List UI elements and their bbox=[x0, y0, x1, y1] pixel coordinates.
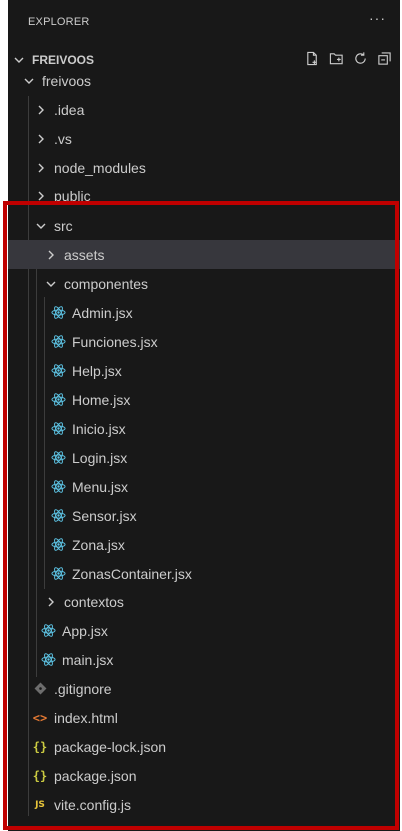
file-row-component[interactable]: ZonasContainer.jsx bbox=[8, 559, 400, 588]
file-label: Admin.jsx bbox=[72, 304, 133, 321]
git-icon bbox=[32, 681, 48, 697]
folder-row-idea[interactable]: .idea bbox=[8, 95, 400, 124]
explorer-header: EXPLORER ··· bbox=[8, 0, 400, 44]
new-file-icon[interactable] bbox=[304, 50, 320, 66]
folder-row-vs[interactable]: .vs bbox=[8, 124, 400, 153]
file-label: Funciones.jsx bbox=[72, 333, 158, 350]
folder-label: node_modules bbox=[54, 159, 146, 176]
ellipsis-icon[interactable]: ··· bbox=[369, 10, 386, 26]
react-icon bbox=[40, 652, 56, 668]
file-label: Home.jsx bbox=[72, 391, 131, 408]
folder-label: assets bbox=[64, 246, 105, 263]
js-icon: JS bbox=[35, 799, 45, 810]
chevron-right-icon bbox=[34, 189, 48, 203]
chevron-right-icon bbox=[44, 248, 58, 262]
json-icon: {} bbox=[32, 768, 48, 783]
chevron-down-icon bbox=[22, 74, 36, 88]
folder-label: public bbox=[54, 187, 91, 204]
file-label: Zona.jsx bbox=[72, 536, 125, 553]
file-label: main.jsx bbox=[62, 651, 114, 668]
file-label: Sensor.jsx bbox=[72, 507, 137, 524]
folder-row-componentes[interactable]: componentes bbox=[8, 269, 400, 298]
folder-label: src bbox=[54, 217, 73, 234]
collapse-all-icon[interactable] bbox=[376, 50, 392, 66]
file-row-component[interactable]: Menu.jsx bbox=[8, 472, 400, 501]
folder-row-src[interactable]: src bbox=[8, 211, 400, 240]
file-label: package-lock.json bbox=[54, 738, 167, 755]
chevron-down-icon bbox=[44, 277, 58, 291]
react-icon bbox=[40, 623, 56, 639]
react-icon bbox=[50, 392, 66, 408]
file-row-index-html[interactable]: <> index.html bbox=[8, 703, 400, 732]
file-label: Menu.jsx bbox=[72, 478, 129, 495]
folder-label: .vs bbox=[54, 130, 72, 147]
folder-row-node-modules[interactable]: node_modules bbox=[8, 153, 400, 182]
folder-label: contextos bbox=[64, 593, 124, 610]
file-row-component[interactable]: Help.jsx bbox=[8, 356, 400, 385]
file-label: vite.config.js bbox=[54, 796, 132, 813]
folder-row-public[interactable]: public bbox=[8, 181, 400, 210]
file-row-app-jsx[interactable]: App.jsx bbox=[8, 616, 400, 645]
folder-label: freivoos bbox=[42, 72, 92, 89]
chevron-down-icon bbox=[34, 219, 48, 233]
file-label: ZonasContainer.jsx bbox=[72, 565, 192, 582]
file-label: Login.jsx bbox=[72, 449, 128, 466]
chevron-right-icon bbox=[34, 103, 48, 117]
root-folder-label: FREIVOOS bbox=[32, 52, 95, 67]
react-icon bbox=[50, 450, 66, 466]
chevron-right-icon bbox=[34, 132, 48, 146]
root-actions bbox=[304, 50, 392, 66]
react-icon bbox=[50, 537, 66, 553]
file-row-vite-config-js[interactable]: JS vite.config.js bbox=[8, 790, 400, 819]
file-row-gitignore[interactable]: .gitignore bbox=[8, 674, 400, 703]
file-row-component[interactable]: Inicio.jsx bbox=[8, 414, 400, 443]
file-row-component[interactable]: Funciones.jsx bbox=[8, 327, 400, 356]
folder-label: componentes bbox=[64, 275, 149, 292]
react-icon bbox=[50, 334, 66, 350]
file-label: package.json bbox=[54, 767, 137, 784]
react-icon bbox=[50, 305, 66, 321]
refresh-icon[interactable] bbox=[352, 50, 368, 66]
folder-label: .idea bbox=[54, 101, 85, 118]
file-row-package-json[interactable]: {} package.json bbox=[8, 761, 400, 790]
explorer-title: EXPLORER bbox=[28, 16, 90, 28]
react-icon bbox=[50, 421, 66, 437]
file-label: App.jsx bbox=[62, 622, 108, 639]
file-label: index.html bbox=[54, 709, 118, 726]
new-folder-icon[interactable] bbox=[328, 50, 344, 66]
file-label: Inicio.jsx bbox=[72, 420, 126, 437]
react-icon bbox=[50, 508, 66, 524]
react-icon bbox=[50, 566, 66, 582]
react-icon bbox=[50, 363, 66, 379]
html-icon: <> bbox=[32, 710, 48, 725]
file-row-package-lock-json[interactable]: {} package-lock.json bbox=[8, 732, 400, 761]
chevron-right-icon bbox=[34, 161, 48, 175]
react-icon bbox=[50, 479, 66, 495]
json-icon: {} bbox=[32, 739, 48, 754]
file-row-component[interactable]: Home.jsx bbox=[8, 385, 400, 414]
explorer-panel: EXPLORER ··· FREIVOOS freivoos .idea .vs… bbox=[8, 0, 400, 831]
folder-row-freivoos[interactable]: freivoos bbox=[8, 66, 400, 95]
folder-row-contextos[interactable]: contextos bbox=[8, 587, 400, 616]
file-label: .gitignore bbox=[54, 680, 112, 697]
file-row-component[interactable]: Zona.jsx bbox=[8, 530, 400, 559]
file-label: Help.jsx bbox=[72, 362, 122, 379]
folder-row-assets[interactable]: assets bbox=[8, 240, 400, 269]
file-row-component[interactable]: Admin.jsx bbox=[8, 298, 400, 327]
file-row-component[interactable]: Sensor.jsx bbox=[8, 501, 400, 530]
chevron-right-icon bbox=[44, 595, 58, 609]
chevron-down-icon bbox=[12, 53, 26, 67]
file-row-component[interactable]: Login.jsx bbox=[8, 443, 400, 472]
file-row-main-jsx[interactable]: main.jsx bbox=[8, 645, 400, 674]
